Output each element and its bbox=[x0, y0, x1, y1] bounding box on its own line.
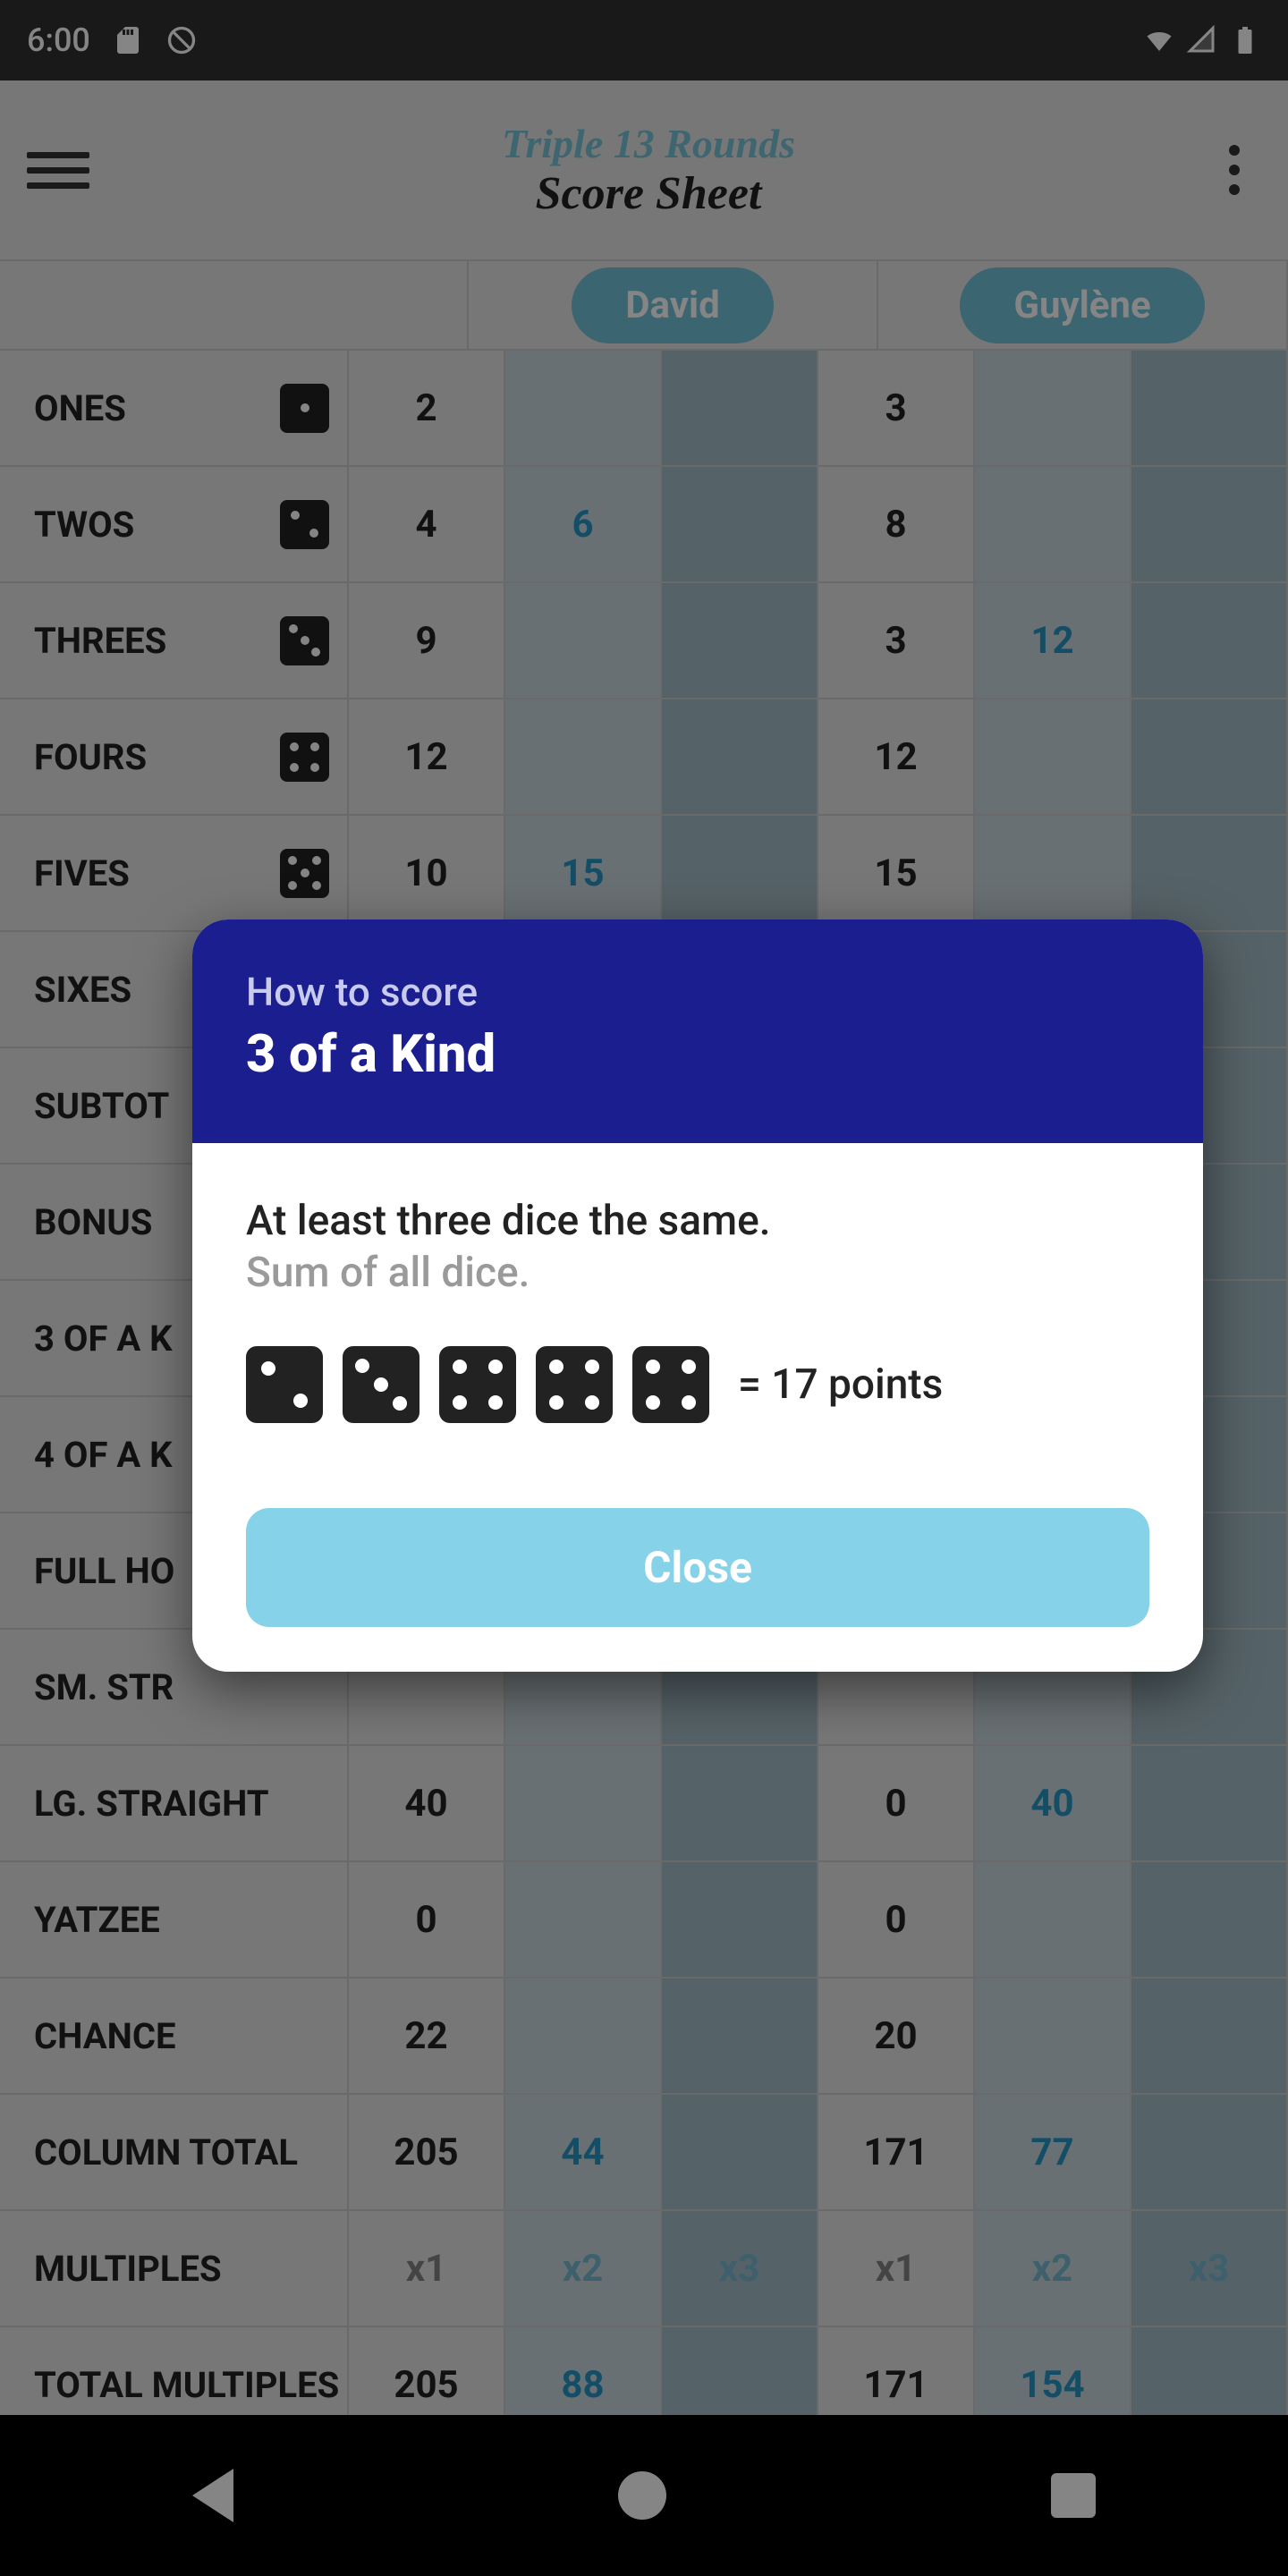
dice-example: = 17 points bbox=[246, 1346, 1149, 1423]
modal-subtitle: How to score bbox=[246, 969, 1149, 1015]
die-3-icon bbox=[343, 1346, 419, 1423]
modal-rule: At least three dice the same. bbox=[246, 1197, 1149, 1245]
points-result: = 17 points bbox=[738, 1360, 943, 1409]
modal-scoring: Sum of all dice. bbox=[246, 1249, 1149, 1297]
die-4-icon bbox=[439, 1346, 516, 1423]
die-4-icon bbox=[536, 1346, 613, 1423]
help-modal: How to score 3 of a Kind At least three … bbox=[192, 919, 1203, 1672]
modal-title: 3 of a Kind bbox=[246, 1024, 1149, 1085]
die-2-icon bbox=[246, 1346, 323, 1423]
close-button[interactable]: Close bbox=[246, 1508, 1149, 1627]
die-4-icon bbox=[632, 1346, 709, 1423]
